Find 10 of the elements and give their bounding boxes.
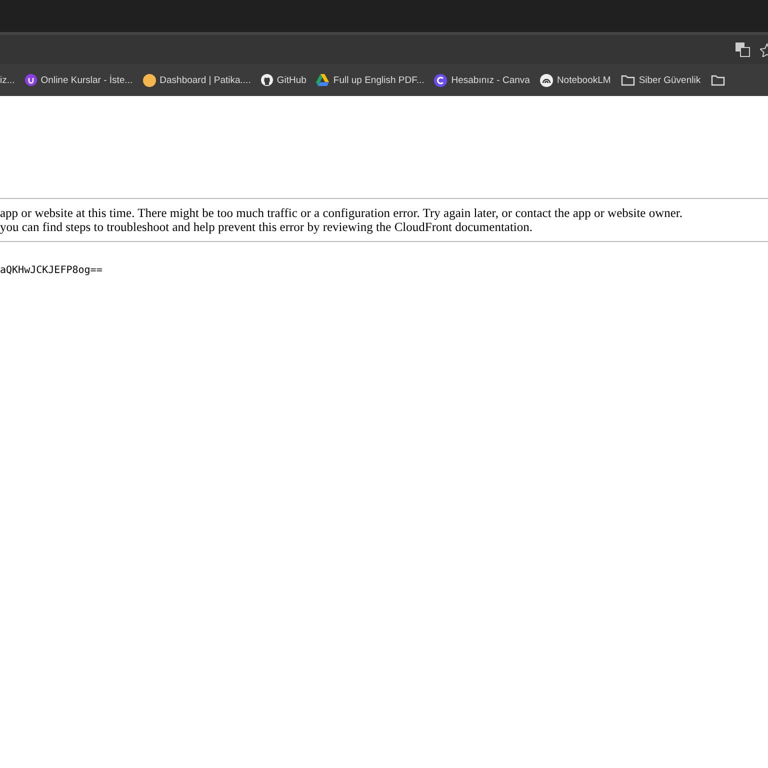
bookmark[interactable]: Online Kurslar - İste... [24, 74, 133, 86]
bookmark[interactable]: iz... [0, 74, 15, 86]
bookmark[interactable]: Siber Güvenlik [620, 74, 701, 86]
request-id: aQKHwJCKJEFP8og== [0, 265, 104, 276]
bookmark[interactable]: NotebookLM [540, 74, 611, 86]
bookmark[interactable]: Dashboard | Patika.... [142, 74, 251, 86]
bookmark[interactable]: Full up English PDF... [316, 74, 424, 86]
bookmark[interactable]: Hesabınız - Canva [434, 74, 530, 86]
bookmark[interactable]: GitHub [260, 74, 306, 86]
error-message: app or website at this time. There might be too much traffic or a configuration error. Try again later, or contact the app or website owner. you can find steps to troubleshoot and help prevent this error by reviewing the CloudFront documentation. [0, 205, 684, 236]
